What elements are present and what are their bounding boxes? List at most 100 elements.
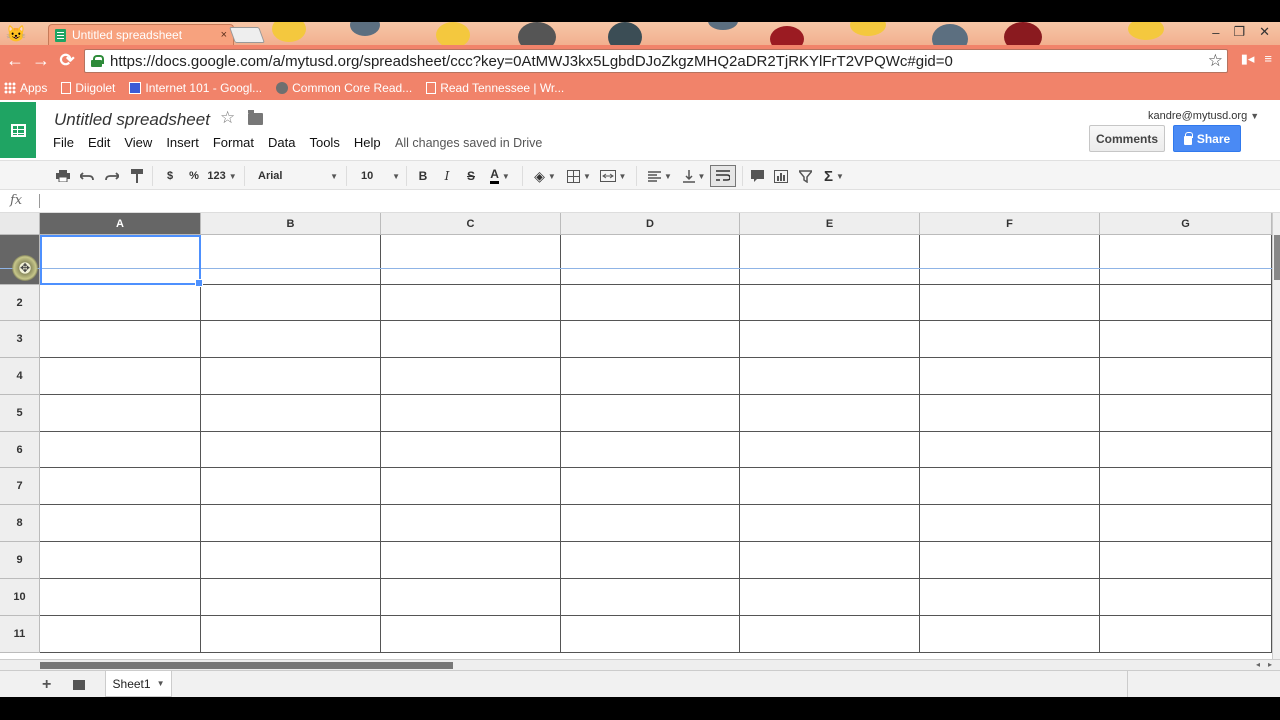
font-size-dropdown[interactable]: 10 ▼ [356,166,400,186]
cell-a2[interactable] [40,285,201,321]
cell-a5[interactable] [40,395,201,432]
menu-help[interactable]: Help [354,135,381,150]
cell-b5[interactable] [201,395,381,432]
cell-c5[interactable] [381,395,561,432]
cell-g3[interactable] [1100,321,1272,358]
close-window-icon[interactable]: ✕ [1259,24,1270,40]
cell-e11[interactable] [740,616,920,653]
cell-c6[interactable] [381,432,561,468]
cell-c10[interactable] [381,579,561,616]
chevron-down-icon[interactable]: ▼ [157,679,165,688]
cell-e8[interactable] [740,505,920,542]
cell-a3[interactable] [40,321,201,358]
account-switcher[interactable]: kandre@mytusd.org ▼ [1148,110,1259,122]
bookmark-read-tennessee[interactable]: Read Tennessee | Wr... [426,81,564,95]
percent-format-button[interactable]: % [186,166,202,186]
fill-color-dropdown[interactable]: ◈ ▼ [530,166,560,186]
row-header-2[interactable]: 2 [0,285,40,321]
cell-c3[interactable] [381,321,561,358]
bookmark-star-icon[interactable]: ☆ [1208,51,1223,71]
horizontal-align-dropdown[interactable]: ▼ [644,166,676,186]
cell-d1[interactable] [561,235,740,285]
cell-g11[interactable] [1100,616,1272,653]
cell-g8[interactable] [1100,505,1272,542]
horizontal-scrollbar[interactable]: ◂ ▸ [0,659,1280,670]
bold-button[interactable]: B [414,166,432,186]
strikethrough-button[interactable]: S [462,166,480,186]
cell-g6[interactable] [1100,432,1272,468]
column-header-d[interactable]: D [561,213,740,235]
cell-a4[interactable] [40,358,201,395]
cell-f5[interactable] [920,395,1100,432]
cell-b10[interactable] [201,579,381,616]
insert-comment-icon[interactable] [748,166,766,186]
cell-d11[interactable] [561,616,740,653]
cell-f4[interactable] [920,358,1100,395]
cell-a11[interactable] [40,616,201,653]
column-header-a[interactable]: A [40,213,201,235]
extension-icon[interactable]: ▮◂ [1241,51,1255,67]
row-header-5[interactable]: 5 [0,395,40,432]
cell-f2[interactable] [920,285,1100,321]
cell-e2[interactable] [740,285,920,321]
cell-a6[interactable] [40,432,201,468]
vertical-align-dropdown[interactable]: ▼ [678,166,710,186]
cell-e7[interactable] [740,468,920,505]
cell-g10[interactable] [1100,579,1272,616]
cell-f8[interactable] [920,505,1100,542]
column-header-e[interactable]: E [740,213,920,235]
cell-a8[interactable] [40,505,201,542]
cell-b8[interactable] [201,505,381,542]
bookmark-internet-101[interactable]: Internet 101 - Googl... [129,81,262,95]
insert-chart-icon[interactable] [772,166,790,186]
sheets-home-logo[interactable] [0,102,36,158]
cell-b11[interactable] [201,616,381,653]
minimize-icon[interactable]: – [1212,25,1219,40]
cell-g7[interactable] [1100,468,1272,505]
cell-f7[interactable] [920,468,1100,505]
cell-e3[interactable] [740,321,920,358]
browser-tab-active[interactable]: Untitled spreadsheet × [48,24,234,45]
cell-a9[interactable] [40,542,201,579]
cell-a10[interactable] [40,579,201,616]
cell-f11[interactable] [920,616,1100,653]
cell-d6[interactable] [561,432,740,468]
cell-f3[interactable] [920,321,1100,358]
print-icon[interactable] [54,166,72,186]
cell-e1[interactable] [740,235,920,285]
cell-b9[interactable] [201,542,381,579]
cell-e4[interactable] [740,358,920,395]
cell-g9[interactable] [1100,542,1272,579]
cell-e6[interactable] [740,432,920,468]
cell-b7[interactable] [201,468,381,505]
horizontal-scroll-thumb[interactable] [40,662,453,669]
text-color-dropdown[interactable]: A ▼ [484,166,516,186]
cell-e9[interactable] [740,542,920,579]
wrap-text-button[interactable] [710,165,736,187]
paint-format-icon[interactable] [128,166,146,186]
address-bar[interactable]: https://docs.google.com/a/mytusd.org/spr… [84,49,1228,73]
row-header-9[interactable]: 9 [0,542,40,579]
borders-dropdown[interactable]: ▼ [564,166,594,186]
formula-input[interactable] [39,194,40,208]
sheet-list-icon[interactable] [73,680,85,690]
reload-button[interactable]: ⟳ [54,50,80,71]
column-header-g[interactable]: G [1100,213,1272,235]
cell-g2[interactable] [1100,285,1272,321]
cell-d9[interactable] [561,542,740,579]
cell-c8[interactable] [381,505,561,542]
cell-f9[interactable] [920,542,1100,579]
cell-a7[interactable] [40,468,201,505]
cell-c2[interactable] [381,285,561,321]
column-header-b[interactable]: B [201,213,381,235]
document-title[interactable]: Untitled spreadsheet [54,110,210,130]
menu-insert[interactable]: Insert [166,135,199,150]
cell-c1[interactable] [381,235,561,285]
new-tab-button[interactable] [229,27,265,43]
vertical-scrollbar[interactable] [1272,213,1280,659]
cell-g4[interactable] [1100,358,1272,395]
cell-d4[interactable] [561,358,740,395]
menu-edit[interactable]: Edit [88,135,110,150]
bookmark-common-core[interactable]: Common Core Read... [276,81,412,95]
cell-b2[interactable] [201,285,381,321]
